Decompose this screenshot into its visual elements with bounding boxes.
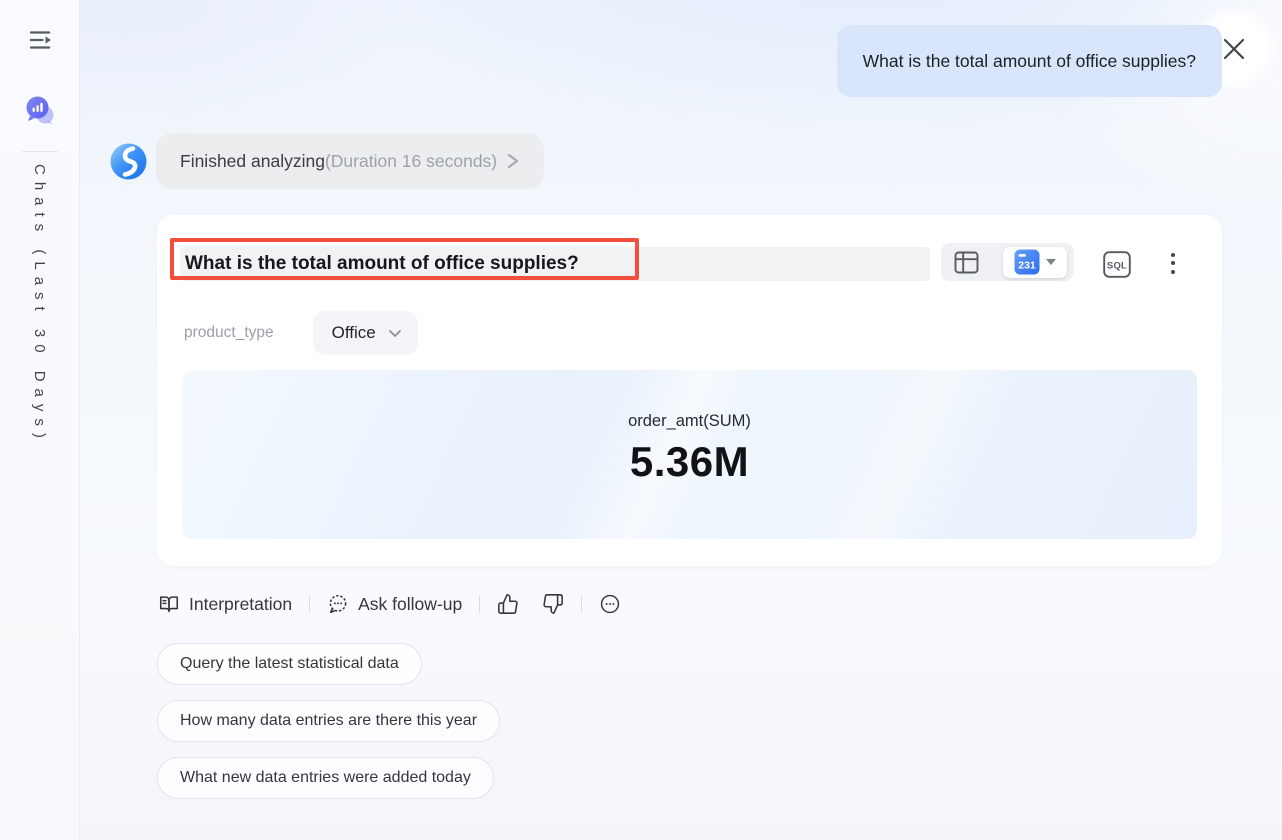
suggestion-pill[interactable]: What new data entries were added today bbox=[157, 757, 494, 799]
status-duration: (Duration 16 seconds) bbox=[324, 150, 498, 171]
chevron-right-icon bbox=[505, 152, 520, 170]
kpi-panel: order_amt(SUM) 5.36M bbox=[182, 370, 1197, 539]
assistant-avatar bbox=[110, 143, 147, 179]
suggested-questions: Query the latest statistical data How ma… bbox=[157, 643, 501, 799]
thumbs-down-button[interactable] bbox=[542, 593, 564, 615]
interpretation-button[interactable]: Interpretation bbox=[158, 593, 292, 615]
suggestion-text: Query the latest statistical data bbox=[180, 655, 399, 672]
kpi-chart-type-icon: 231 bbox=[1014, 249, 1039, 275]
circled-ellipsis-icon bbox=[601, 594, 620, 614]
sidebar-expand-button[interactable] bbox=[24, 24, 56, 56]
user-message-text: What is the total amount of office suppl… bbox=[862, 50, 1196, 71]
thumbs-up-icon bbox=[498, 594, 518, 614]
caret-down-icon bbox=[1045, 259, 1056, 265]
sidebar-divider bbox=[22, 151, 58, 152]
suggestion-pill[interactable]: Query the latest statistical data bbox=[157, 643, 422, 685]
filter-value: Office bbox=[331, 323, 376, 342]
user-message-bubble: What is the total amount of office suppl… bbox=[836, 25, 1222, 97]
more-options-button[interactable] bbox=[1164, 248, 1182, 278]
chevron-down-icon bbox=[388, 329, 401, 337]
thumbs-up-button[interactable] bbox=[497, 593, 519, 615]
analysis-status-pill[interactable]: Finished analyzing (Duration 16 seconds) bbox=[156, 133, 545, 189]
result-card: What is the total amount of office suppl… bbox=[157, 215, 1222, 566]
more-actions-button[interactable] bbox=[599, 593, 621, 615]
result-title-text: What is the total amount of office suppl… bbox=[185, 253, 579, 274]
book-icon bbox=[159, 596, 179, 613]
action-divider bbox=[581, 595, 583, 613]
suggestion-text: What new data entries were added today bbox=[180, 769, 471, 786]
chat-analytics-icon bbox=[26, 96, 54, 124]
chat-analytics-app: Chats (Last 30 Days) What is the total a… bbox=[0, 0, 1282, 840]
close-button[interactable] bbox=[1221, 36, 1247, 62]
sidebar: Chats (Last 30 Days) bbox=[0, 0, 80, 840]
suggestion-text: How many data entries are there this yea… bbox=[180, 712, 478, 729]
view-switch-group: 231 bbox=[941, 243, 1074, 281]
sql-label: SQL bbox=[1107, 261, 1127, 272]
chart-type-badge: 231 bbox=[1018, 260, 1036, 272]
action-divider bbox=[479, 595, 481, 613]
thumbs-down-icon bbox=[543, 594, 564, 614]
filter-field-label: product_type bbox=[184, 324, 274, 341]
sidebar-expand-icon bbox=[29, 31, 51, 49]
ask-follow-up-button[interactable]: Ask follow-up bbox=[327, 593, 462, 615]
table-view-button[interactable] bbox=[954, 251, 979, 274]
kpi-value: 5.36M bbox=[629, 438, 750, 485]
kebab-dot bbox=[1171, 252, 1175, 257]
sql-icon: SQL bbox=[1103, 251, 1131, 278]
status-text: Finished analyzing bbox=[180, 150, 325, 171]
result-title: What is the total amount of office suppl… bbox=[180, 247, 930, 281]
sidebar-item-chats[interactable] bbox=[22, 93, 58, 129]
filter-value-dropdown[interactable]: Office bbox=[312, 311, 418, 355]
speech-bubble-icon bbox=[329, 594, 347, 614]
chart-type-dropdown[interactable]: 231 bbox=[1003, 246, 1067, 278]
kebab-dot bbox=[1171, 269, 1175, 274]
close-icon bbox=[1223, 38, 1245, 60]
suggestion-pill[interactable]: How many data entries are there this yea… bbox=[157, 700, 501, 742]
analysis-status-row: Finished analyzing (Duration 16 seconds) bbox=[110, 133, 545, 189]
feedback-group bbox=[497, 593, 564, 615]
table-icon bbox=[954, 251, 979, 273]
sql-button[interactable]: SQL bbox=[1103, 251, 1131, 278]
filter-row: product_type Office bbox=[184, 311, 418, 355]
ask-follow-up-label: Ask follow-up bbox=[358, 593, 463, 614]
sidebar-section-label: Chats (Last 30 Days) bbox=[31, 164, 48, 445]
response-action-bar: Interpretation Ask follow-up bbox=[158, 590, 621, 618]
kebab-dot bbox=[1171, 261, 1175, 265]
action-divider bbox=[309, 595, 311, 613]
interpretation-label: Interpretation bbox=[189, 593, 293, 614]
kpi-metric-label: order_amt(SUM) bbox=[628, 412, 751, 430]
